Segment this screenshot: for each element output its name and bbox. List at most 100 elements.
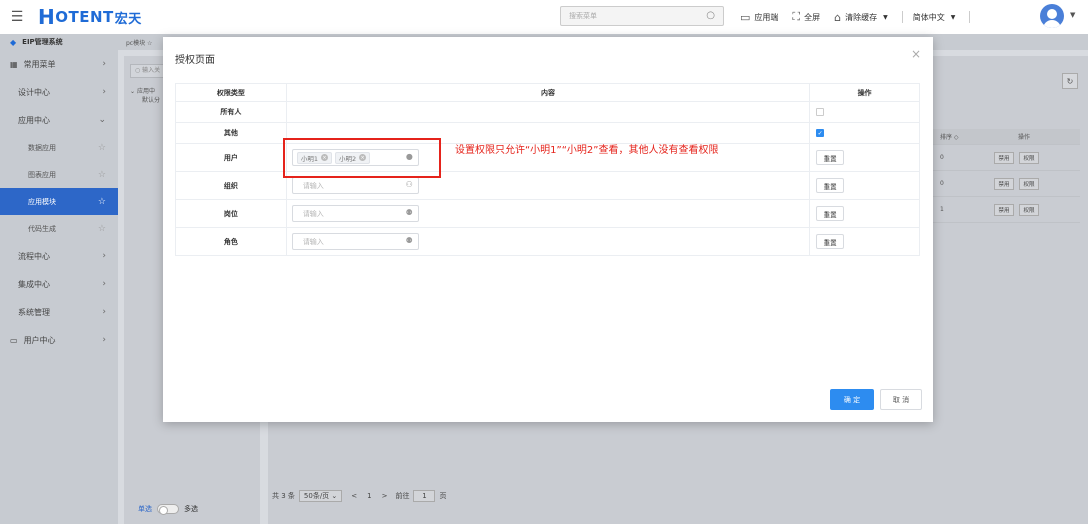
sidebar-item-flow-center[interactable]: 流程中心 › (0, 242, 118, 270)
column-header: 操作 (1018, 134, 1031, 141)
chevron-right-icon: › (102, 59, 106, 69)
app-end-button[interactable]: ▭ 应用端 (740, 11, 778, 24)
monitor-icon: ▭ (740, 10, 751, 24)
chevron-down-icon: ▼ (950, 13, 956, 21)
table-row: 0 禁用 权限 (932, 145, 1080, 171)
page-size-select[interactable]: 50条/页 ⌄ (298, 490, 343, 502)
page-size-value: 50条/页 (303, 492, 330, 500)
permission-button[interactable]: 权限 (1019, 203, 1039, 216)
sidebar-sub-label: 代码生成 (28, 224, 56, 233)
sidebar-item-app-center[interactable]: 应用中心 ⌄ (0, 106, 118, 134)
disable-button[interactable]: 禁用 (994, 151, 1014, 164)
star-icon[interactable]: ☆ (98, 170, 106, 180)
chevron-right-icon: › (102, 279, 106, 289)
permission-type: 角色 (175, 227, 287, 256)
logo: H OTENT 宏天 (38, 5, 142, 29)
grid-icon: ▦ (10, 59, 18, 69)
avatar[interactable] (1040, 4, 1064, 28)
content-cell (285, 101, 811, 123)
content-cell: 请输入 ⚉ (285, 199, 811, 228)
disable-button[interactable]: 禁用 (994, 177, 1014, 190)
menu-search-input[interactable]: 搜索菜单 ○ (560, 6, 724, 26)
permission-type: 岗位 (175, 199, 287, 228)
divider (901, 11, 903, 23)
star-icon[interactable]: ☆ (98, 143, 106, 153)
everyone-checkbox[interactable] (816, 108, 825, 116)
position-selector[interactable]: 请输入 ⚉ (291, 205, 419, 222)
permission-button[interactable]: 权限 (1019, 151, 1039, 164)
refresh-icon[interactable]: ↻ (1062, 73, 1078, 89)
column-header: 权限类型 (175, 83, 287, 102)
page-number[interactable]: 1 (367, 492, 371, 500)
chevron-right-icon: › (102, 335, 106, 345)
reset-button[interactable]: 重置 (816, 206, 845, 221)
star-icon[interactable]: ☆ (98, 197, 106, 207)
close-icon[interactable]: × (911, 47, 921, 61)
sidebar-item-label: 应用中心 (18, 115, 50, 125)
language-select[interactable]: 简体中文 ▼ (913, 12, 956, 23)
divider (969, 11, 971, 23)
content-cell: 请输入 ⚉ (285, 227, 811, 256)
sidebar-item-integration-center[interactable]: 集成中心 › (0, 270, 118, 298)
fullscreen-label: 全屏 (804, 12, 821, 22)
table-header: 排序 ◇ 操作 (932, 129, 1080, 145)
sidebar-item-label: 流程中心 (18, 251, 50, 261)
prev-page-button[interactable]: < (351, 492, 357, 500)
sidebar-sub-app-module[interactable]: 应用模块 ☆ (0, 188, 118, 215)
tab-pc-module[interactable]: pc模块 (126, 40, 145, 47)
star-icon[interactable]: ☆ (145, 40, 152, 47)
reset-button[interactable]: 重置 (816, 150, 845, 165)
sidebar-item-label: 集成中心 (18, 279, 50, 289)
permission-button[interactable]: 权限 (1019, 177, 1039, 190)
other-checkbox[interactable]: ✓ (816, 129, 825, 137)
reset-button[interactable]: 重置 (816, 178, 845, 193)
tree-node-label: 默认分 (142, 97, 161, 104)
confirm-button[interactable]: 确 定 (830, 389, 874, 410)
org-icon[interactable]: ⚇ (406, 180, 413, 189)
dialog-title: 授权页面 (175, 55, 215, 66)
column-header: 排序 ◇ (940, 134, 959, 141)
table-row: 0 禁用 权限 (932, 171, 1080, 197)
fullscreen-button[interactable]: ⛶ 全屏 (792, 10, 820, 24)
goto-label: 前往 (395, 492, 410, 500)
users-icon[interactable]: ⚉ (406, 236, 413, 245)
sidebar-item-design-center[interactable]: 设计中心 › (0, 78, 118, 106)
goto-page-input[interactable]: 1 (413, 490, 436, 502)
selector-placeholder: 请输入 (302, 181, 324, 190)
mode-toggle[interactable] (157, 504, 179, 515)
next-page-button[interactable]: > (382, 492, 388, 500)
sidebar-item-system-admin[interactable]: 系统管理 › (0, 298, 118, 326)
cancel-button[interactable]: 取 消 (880, 389, 922, 410)
app-end-label: 应用端 (754, 12, 779, 22)
top-header: ☰ H OTENT 宏天 搜索菜单 ○ ▭ 应用端 ⛶ 全屏 ⌂ 清除缓存 ▼ … (0, 0, 1088, 34)
chevron-down-icon: ▼ (883, 13, 888, 21)
reset-button[interactable]: 重置 (816, 234, 845, 249)
sidebar-item-user-center[interactable]: ▭ 用户中心 › (0, 326, 118, 354)
disable-button[interactable]: 禁用 (994, 203, 1014, 216)
users-icon[interactable]: ⚉ (406, 208, 413, 217)
chevron-right-icon: › (102, 307, 106, 317)
sidebar-sub-label: 数据应用 (28, 143, 56, 152)
sidebar-sub-chart-app[interactable]: 图表应用 ☆ (0, 161, 118, 188)
clear-cache-button[interactable]: ⌂ 清除缓存 ▼ (834, 11, 888, 24)
menu-toggle-icon[interactable]: ☰ (0, 0, 34, 34)
sidebar-sub-label: 应用模块 (28, 197, 56, 206)
org-selector[interactable]: 请输入 ⚇ (291, 177, 419, 194)
module-table: 排序 ◇ 操作 0 禁用 权限 0 禁用 权限 1 禁用 权限 (932, 129, 1080, 223)
select-mode-switch: 单选 多选 (138, 504, 198, 515)
sidebar-sub-code-gen[interactable]: 代码生成 ☆ (0, 215, 118, 242)
search-icon[interactable]: ○ (706, 10, 715, 21)
system-title: ◆ EIP管理系统 (0, 34, 118, 50)
selector-placeholder: 请输入 (302, 209, 324, 218)
role-selector[interactable]: 请输入 ⚉ (291, 233, 419, 250)
chevron-down-icon[interactable]: ▼ (1070, 11, 1075, 19)
multi-select-label: 多选 (184, 505, 198, 513)
action-cell (809, 101, 920, 123)
sidebar-item-common-menu[interactable]: ▦ 常用菜单 › (0, 50, 118, 78)
sidebar-sub-data-app[interactable]: 数据应用 ☆ (0, 134, 118, 161)
action-cell: 重置 (809, 199, 920, 228)
pagination: 共 3 条 50条/页 ⌄ < 1 > 前往 1 页 (272, 490, 446, 502)
star-icon[interactable]: ☆ (98, 224, 106, 234)
selector-placeholder: 请输入 (302, 237, 324, 246)
clear-cache-label: 清除缓存 (845, 12, 878, 22)
